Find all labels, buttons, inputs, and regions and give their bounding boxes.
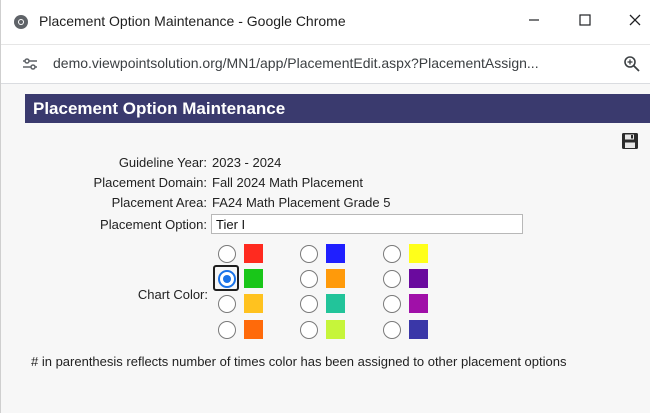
chrome-icon — [13, 14, 29, 30]
url-text[interactable]: demo.viewpointsolution.org/MN1/app/Place… — [53, 55, 605, 71]
color-radio[interactable] — [383, 245, 401, 263]
maximize-button[interactable] — [572, 10, 598, 34]
placement-option-input[interactable] — [211, 214, 523, 234]
guideline-year-value: 2023 - 2024 — [212, 155, 282, 170]
browser-window: Placement Option Maintenance - Google Ch… — [0, 0, 650, 413]
color-radio[interactable] — [383, 295, 401, 313]
maximize-icon — [579, 13, 591, 31]
window-title: Placement Option Maintenance - Google Ch… — [39, 13, 346, 29]
color-option[interactable] — [218, 294, 278, 316]
color-swatch — [326, 269, 345, 288]
color-radio[interactable] — [383, 321, 401, 339]
color-swatch — [326, 294, 345, 313]
color-radio[interactable] — [300, 245, 318, 263]
color-radio[interactable] — [218, 295, 236, 313]
placement-domain-value: Fall 2024 Math Placement — [212, 175, 364, 190]
address-bar: demo.viewpointsolution.org/MN1/app/Place… — [1, 45, 650, 84]
color-swatch — [409, 269, 428, 288]
page-content: Placement Option Maintenance Guideline Y… — [1, 84, 650, 413]
color-radio[interactable] — [300, 270, 318, 288]
color-swatch — [244, 269, 263, 288]
color-radio[interactable] — [300, 295, 318, 313]
zoom-icon[interactable] — [623, 55, 641, 73]
minimize-button[interactable] — [521, 10, 547, 34]
tune-icon[interactable] — [21, 55, 39, 73]
floppy-disk-icon[interactable] — [621, 132, 639, 150]
title-bar: Placement Option Maintenance - Google Ch… — [1, 0, 650, 45]
color-option[interactable] — [300, 294, 360, 316]
color-option[interactable] — [383, 269, 443, 291]
color-swatch — [326, 244, 345, 263]
color-option[interactable] — [300, 320, 360, 342]
color-swatch — [409, 294, 428, 313]
minimize-icon — [528, 13, 540, 31]
color-option[interactable] — [383, 320, 443, 342]
color-option[interactable] — [383, 244, 443, 266]
chart-color-label: Chart Color: — [137, 287, 208, 302]
color-footnote: # in parenthesis reflects number of time… — [31, 354, 567, 369]
color-radio[interactable] — [218, 245, 236, 263]
page-title: Placement Option Maintenance — [25, 94, 650, 123]
placement-domain-label: Placement Domain: — [93, 175, 207, 190]
color-radio[interactable] — [218, 321, 236, 339]
color-swatch — [409, 244, 428, 263]
color-radio[interactable] — [218, 270, 236, 288]
close-button[interactable] — [622, 10, 648, 34]
color-option[interactable] — [300, 244, 360, 266]
color-option[interactable] — [218, 320, 278, 342]
color-swatch — [244, 294, 263, 313]
color-swatch — [244, 320, 263, 339]
placement-option-label: Placement Option: — [100, 217, 207, 232]
color-option[interactable] — [383, 294, 443, 316]
placement-area-label: Placement Area: — [111, 195, 207, 210]
color-option[interactable] — [300, 269, 360, 291]
color-option[interactable] — [218, 244, 278, 266]
color-swatch — [244, 244, 263, 263]
close-icon — [629, 13, 641, 31]
guideline-year-label: Guideline Year: — [118, 155, 207, 170]
placement-area-value: FA24 Math Placement Grade 5 — [212, 195, 391, 210]
color-option[interactable] — [213, 265, 278, 291]
color-radio[interactable] — [300, 321, 318, 339]
color-swatch — [409, 320, 428, 339]
color-swatch — [326, 320, 345, 339]
color-radio[interactable] — [383, 270, 401, 288]
